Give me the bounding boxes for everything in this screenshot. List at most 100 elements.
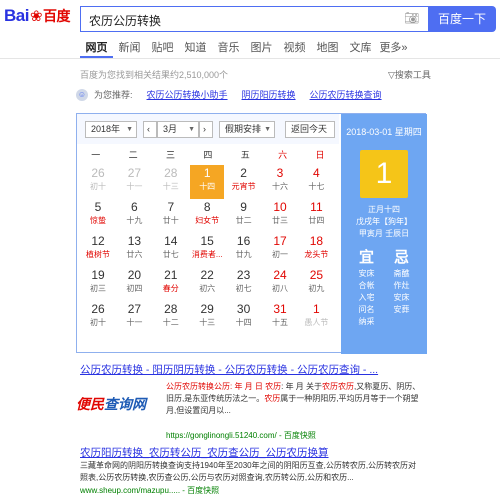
holiday-value: 假期安排 <box>225 124 262 134</box>
baidu-logo[interactable]: Bai❀百度 <box>4 6 71 30</box>
result-1-title[interactable]: 公历农历转换 - 阳历阴历转换 - 公历农历转换 - 公历农历查询 - ... <box>80 362 378 377</box>
day-number: 25 <box>309 268 324 282</box>
calendar-day[interactable]: 4 十七 <box>299 165 333 199</box>
calendar-day[interactable]: 26 初十 <box>81 301 115 335</box>
calendar-day[interactable]: 11 廿四 <box>299 199 333 233</box>
tab-video[interactable]: 视频 <box>278 38 311 58</box>
calendar-day[interactable]: 27 十一 <box>117 301 151 335</box>
calendar-day[interactable]: 29 十三 <box>190 301 224 335</box>
tab-tieba[interactable]: 贴吧 <box>146 38 179 58</box>
calendar-day[interactable]: 5 惊蛰 <box>81 199 115 233</box>
snippet-highlight: 公历农历转换公历: 年 月 日 <box>166 382 263 391</box>
calendar-day[interactable]: 7 廿十 <box>154 199 188 233</box>
snippet-highlight: 农历农历 <box>322 382 355 391</box>
day-number: 20 <box>127 268 142 282</box>
day-number: 12 <box>91 234 105 248</box>
recommend-link-3[interactable]: 公历农历转换查询 <box>310 88 382 101</box>
next-month-button[interactable]: › <box>199 121 213 138</box>
weekday-wed: 三 <box>165 150 175 160</box>
recommend-link-1[interactable]: 农历公历转换小助手 <box>147 88 228 101</box>
day-number: 27 <box>127 302 142 316</box>
day-number: 26 <box>91 166 105 180</box>
yi-ji-table: 宜 安床 合帐 入宅 问名 纳采 忌 斋醮 作灶 安床 安葬 <box>349 248 419 328</box>
calendar-day[interactable]: 1 愚人节 <box>299 301 333 335</box>
search-button[interactable]: 百度一下 <box>428 6 496 32</box>
search-tools[interactable]: ▽搜索工具 <box>388 68 431 81</box>
lunar-label: 十九 <box>126 216 143 225</box>
camera-icon[interactable]: 📷︎ <box>404 11 420 25</box>
ganzhi-year: 戊戌年【狗年】 <box>356 217 412 226</box>
calendar-day[interactable]: 6 十九 <box>117 199 151 233</box>
chevron-left-icon: ‹ <box>147 124 150 134</box>
calendar-day[interactable]: 30 十四 <box>227 301 261 335</box>
weekday-mon: 一 <box>91 150 101 160</box>
year-select[interactable]: 2018年 ▼ <box>85 121 137 138</box>
holiday-select[interactable]: 假期安排 ▼ <box>219 121 275 138</box>
calendar-day[interactable]: 27 十一 <box>117 165 151 199</box>
calendar-day[interactable]: 17 初一 <box>263 233 297 267</box>
day-number: 23 <box>236 268 251 282</box>
calendar-day[interactable]: 20 初四 <box>117 267 151 301</box>
weekday-fri: 五 <box>240 150 250 160</box>
ji-item: 作灶 <box>393 281 410 290</box>
calendar-day[interactable]: 25 初九 <box>299 267 333 301</box>
calendar-day[interactable]: 8 妇女节 <box>190 199 224 233</box>
calendar-day[interactable]: 1 十四 <box>190 165 225 199</box>
calendar-day[interactable]: 13 廿六 <box>117 233 151 267</box>
chevron-down-icon: ▼ <box>264 126 271 133</box>
recommend-icon: ☺ <box>76 88 88 101</box>
calendar-day[interactable]: 28 十三 <box>154 165 188 199</box>
yi-column: 宜 安床 合帐 入宅 问名 纳采 <box>359 248 375 328</box>
calendar-day[interactable]: 22 初六 <box>190 267 224 301</box>
result-1-url[interactable]: https://gonglinongli.51240.com/ - 百度快照 <box>166 430 316 441</box>
day-number: 1 <box>203 166 211 180</box>
result-2-url[interactable]: www.sheup.com/mazupu..... - 百度快照 <box>80 485 219 496</box>
calendar-day[interactable]: 3 十六 <box>263 165 297 199</box>
lunar-label: 初六 <box>199 284 216 293</box>
tab-music[interactable]: 音乐 <box>212 38 245 58</box>
tab-images[interactable]: 图片 <box>245 38 278 58</box>
calendar-day[interactable]: 9 廿二 <box>227 199 261 233</box>
lunar-label: 消费者... <box>191 250 223 259</box>
lunar-label: 妇女节 <box>195 216 220 225</box>
result-2-title[interactable]: 农历阳历转换_农历转公历_农历查公历_公历农历换算 <box>80 445 329 460</box>
calendar-day[interactable]: 15 消费者... <box>190 233 224 267</box>
calendar-day[interactable]: 21 春分 <box>154 267 188 301</box>
weekday-sun: 日 <box>315 150 325 160</box>
calendar-day[interactable]: 14 廿七 <box>154 233 188 267</box>
tab-web[interactable]: 网页 <box>80 38 113 58</box>
tab-divider <box>0 58 500 59</box>
selected-day-number: 1 <box>360 150 408 198</box>
calendar-day[interactable]: 16 廿九 <box>227 233 261 267</box>
lunar-label: 春分 <box>162 284 179 293</box>
lunar-label: 十七 <box>308 182 325 191</box>
calendar-day[interactable]: 19 初三 <box>81 267 115 301</box>
today-button[interactable]: 返回今天 <box>285 121 335 138</box>
calendar-day[interactable]: 26 初十 <box>81 165 115 199</box>
search-input[interactable]: 农历公历转换 <box>80 6 430 32</box>
result-1-logo[interactable]: 便民查询网 <box>76 394 150 418</box>
calendar-day[interactable]: 23 初七 <box>227 267 261 301</box>
calendar-day[interactable]: 28 十二 <box>154 301 188 335</box>
tab-wenku[interactable]: 文库 <box>344 38 377 58</box>
tab-map[interactable]: 地图 <box>311 38 344 58</box>
tab-zhidao[interactable]: 知道 <box>179 38 212 58</box>
calendar-day[interactable]: 18 龙头节 <box>299 233 333 267</box>
day-detail-panel: 2018-03-01 星期四 1 正月十四 戊戌年【狗年】 甲寅月 壬辰日 宜 … <box>341 114 427 354</box>
recommend-link-2[interactable]: 阴历阳历转换 <box>242 88 296 101</box>
calendar-day[interactable]: 24 初八 <box>263 267 297 301</box>
tab-more[interactable]: 更多» <box>377 38 410 58</box>
snippet-highlight: 农历 <box>265 382 282 391</box>
recommend-row: ☺ 为您推荐: 农历公历转换小助手 阴历阳历转换 公历农历转换查询 <box>76 88 382 101</box>
calendar-day[interactable]: 31 十五 <box>263 301 297 335</box>
tab-news[interactable]: 新闻 <box>113 38 146 58</box>
lunar-label: 初十 <box>90 182 106 191</box>
lunar-label: 十三 <box>162 182 179 191</box>
month-select[interactable]: 3月 ▼ <box>157 121 199 138</box>
calendar-day[interactable]: 10 廿三 <box>263 199 297 233</box>
day-number: 29 <box>200 302 214 316</box>
prev-month-button[interactable]: ‹ <box>143 121 157 138</box>
calendar-day[interactable]: 2 元宵节 <box>227 165 261 199</box>
lunar-label: 龙头节 <box>304 250 329 259</box>
calendar-day[interactable]: 12 植树节 <box>81 233 115 267</box>
